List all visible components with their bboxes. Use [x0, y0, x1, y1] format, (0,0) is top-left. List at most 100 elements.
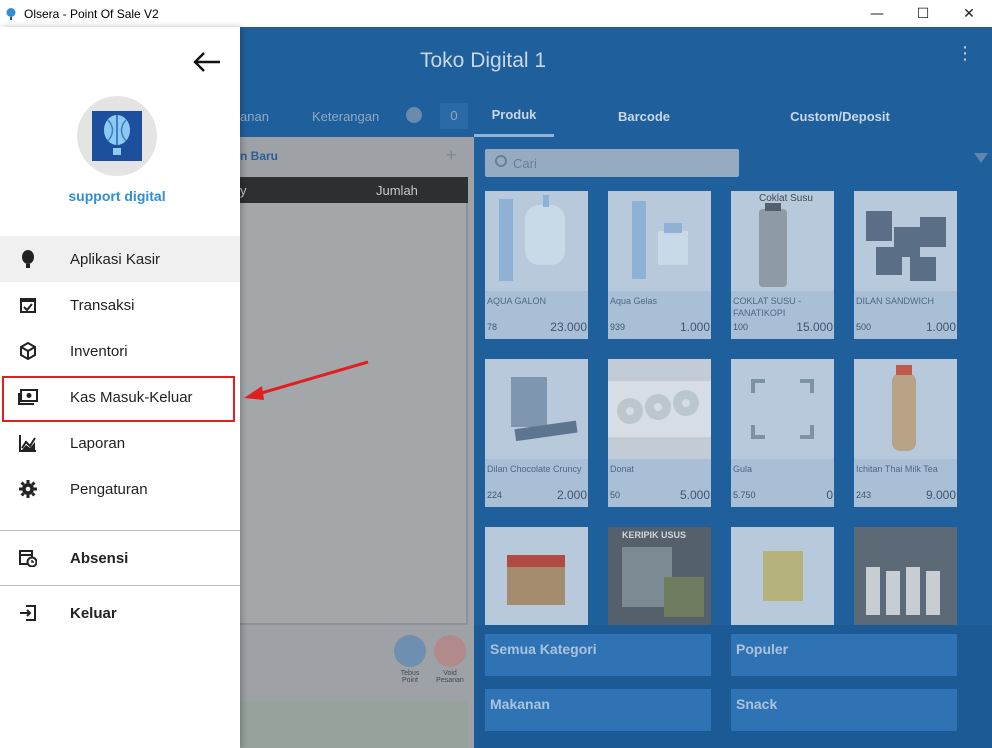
product-image	[608, 359, 711, 459]
product-price: 0	[826, 488, 833, 502]
box-icon	[18, 341, 38, 361]
product-card[interactable]: Aqua Gelas 939 1.000	[608, 191, 711, 339]
product-image	[854, 191, 957, 291]
tab-pesanan[interactable]: anan	[240, 109, 269, 124]
product-name: Donat	[610, 464, 635, 474]
products-panel: Cari AQUA GALON 78 23.000 Aqua Gelas 939…	[474, 137, 992, 748]
product-stock: 50	[610, 490, 621, 500]
product-card[interactable]: Gula 5.750 0	[731, 359, 834, 507]
menu-label: Inventori	[70, 342, 128, 360]
checkout-bar[interactable]	[240, 701, 468, 748]
menu-inventori[interactable]: Inventori	[0, 328, 240, 374]
menu-label: Transaksi	[70, 296, 135, 314]
close-button[interactable]: ✕	[946, 0, 992, 27]
category-label: Semua Kategori	[490, 641, 597, 657]
category-populer[interactable]: Populer	[731, 634, 957, 676]
product-name: DILAN SANDWICH	[856, 296, 935, 306]
tab-custom-deposit[interactable]: Custom/Deposit	[734, 95, 946, 137]
highlight-box	[2, 376, 235, 422]
avatar	[77, 96, 157, 176]
search-input[interactable]: Cari	[485, 149, 739, 177]
olsera-logo	[92, 111, 142, 161]
window-titlebar: Olsera - Point Of Sale V2 — ☐ ✕	[0, 0, 992, 27]
order-table-header: y Jumlah	[240, 177, 468, 203]
refresh-icon[interactable]	[406, 107, 422, 123]
void-label: Void	[443, 670, 457, 677]
point-label: Point	[402, 677, 418, 684]
product-image: KERIPIK USUS	[608, 527, 711, 627]
back-arrow-icon[interactable]	[192, 51, 222, 73]
balloon-icon	[104, 115, 130, 155]
search-icon	[495, 155, 507, 167]
tab-produk[interactable]: Produk	[474, 95, 554, 137]
product-card[interactable]: Donat 50 5.000	[608, 359, 711, 507]
username: support digital	[68, 188, 166, 204]
filter-icon[interactable]	[974, 153, 988, 163]
menu-aplikasi-kasir[interactable]: Aplikasi Kasir	[0, 236, 240, 282]
window-title: Olsera - Point Of Sale V2	[24, 6, 159, 21]
store-name: Toko Digital 1	[420, 49, 547, 72]
divider	[0, 530, 240, 531]
category-label: Snack	[736, 696, 778, 712]
product-card[interactable]: AQUA GALON 78 23.000	[485, 191, 588, 339]
product-image	[854, 527, 957, 627]
product-price: 5.000	[679, 488, 710, 502]
product-card[interactable]: Dilan Chocolate Cruncy 224 2.000	[485, 359, 588, 507]
product-price: 23.000	[550, 320, 587, 334]
maximize-button[interactable]: ☐	[900, 0, 946, 27]
tebus-label: Tebus	[400, 670, 420, 677]
close-circle-icon	[434, 635, 466, 667]
product-card[interactable]: Coklat Susu COKLAT SUSU - FANATIKOPI 100…	[731, 191, 834, 339]
product-name: Dilan Chocolate Cruncy	[487, 464, 582, 474]
menu-pengaturan[interactable]: Pengaturan	[0, 466, 240, 512]
menu-laporan[interactable]: Laporan	[0, 420, 240, 466]
tab-barcode[interactable]: Barcode	[554, 95, 734, 137]
product-image	[731, 527, 834, 627]
product-image	[485, 359, 588, 459]
product-image	[608, 191, 711, 291]
category-semua[interactable]: Semua Kategori	[485, 634, 711, 676]
coklat-image-text: Coklat Susu	[759, 193, 813, 204]
menu-transaksi[interactable]: Transaksi	[0, 282, 240, 328]
category-snack[interactable]: Snack	[731, 689, 957, 731]
column-item: y	[240, 183, 247, 198]
menu-keluar[interactable]: Keluar	[0, 590, 240, 636]
product-price: 1.000	[679, 320, 710, 334]
menu-label: Pengaturan	[70, 480, 148, 498]
add-order-button[interactable]: +	[446, 145, 457, 166]
category-makanan[interactable]: Makanan	[485, 689, 711, 731]
attendance-icon	[18, 548, 38, 568]
tab-keterangan[interactable]: Keterangan	[312, 109, 379, 124]
product-price: 2.000	[556, 488, 587, 502]
product-stock: 500	[856, 322, 872, 332]
menu-absensi[interactable]: Absensi	[0, 535, 240, 581]
product-image: Coklat Susu	[731, 191, 834, 291]
product-card[interactable]: Ichitan Thai Milk Tea 243 9.000	[854, 359, 957, 507]
product-stock: 224	[487, 490, 503, 500]
order-list	[240, 203, 468, 625]
pesanan-label: Pesanan	[436, 677, 464, 684]
star-icon	[394, 635, 426, 667]
new-order-label[interactable]: n Baru	[240, 149, 278, 163]
product-price: 9.000	[925, 488, 956, 502]
order-tabs: anan Keterangan 0	[240, 95, 474, 137]
logout-icon	[18, 603, 38, 623]
more-menu-button[interactable]: ⋮	[956, 45, 974, 63]
menu-label: Laporan	[70, 434, 126, 452]
product-name: Gula	[733, 464, 753, 474]
keripik-image-text: KERIPIK USUS	[622, 530, 687, 540]
product-image	[854, 359, 957, 459]
product-price: 15.000	[796, 320, 833, 334]
product-name: AQUA GALON	[487, 296, 547, 306]
order-panel: n Baru + y Jumlah Tebus Point Void Pesan…	[240, 137, 474, 748]
search-placeholder: Cari	[513, 156, 537, 171]
tebus-point-button[interactable]: Tebus Point	[390, 635, 430, 684]
window-controls: — ☐ ✕	[854, 0, 992, 27]
product-card[interactable]: DILAN SANDWICH 500 1.000	[854, 191, 957, 339]
product-stock: 100	[733, 322, 749, 332]
void-pesanan-button[interactable]: Void Pesanan	[430, 635, 470, 684]
gear-icon	[18, 479, 38, 499]
menu-label: Absensi	[70, 549, 129, 567]
minimize-button[interactable]: —	[854, 0, 900, 27]
order-count-badge: 0	[440, 103, 468, 129]
